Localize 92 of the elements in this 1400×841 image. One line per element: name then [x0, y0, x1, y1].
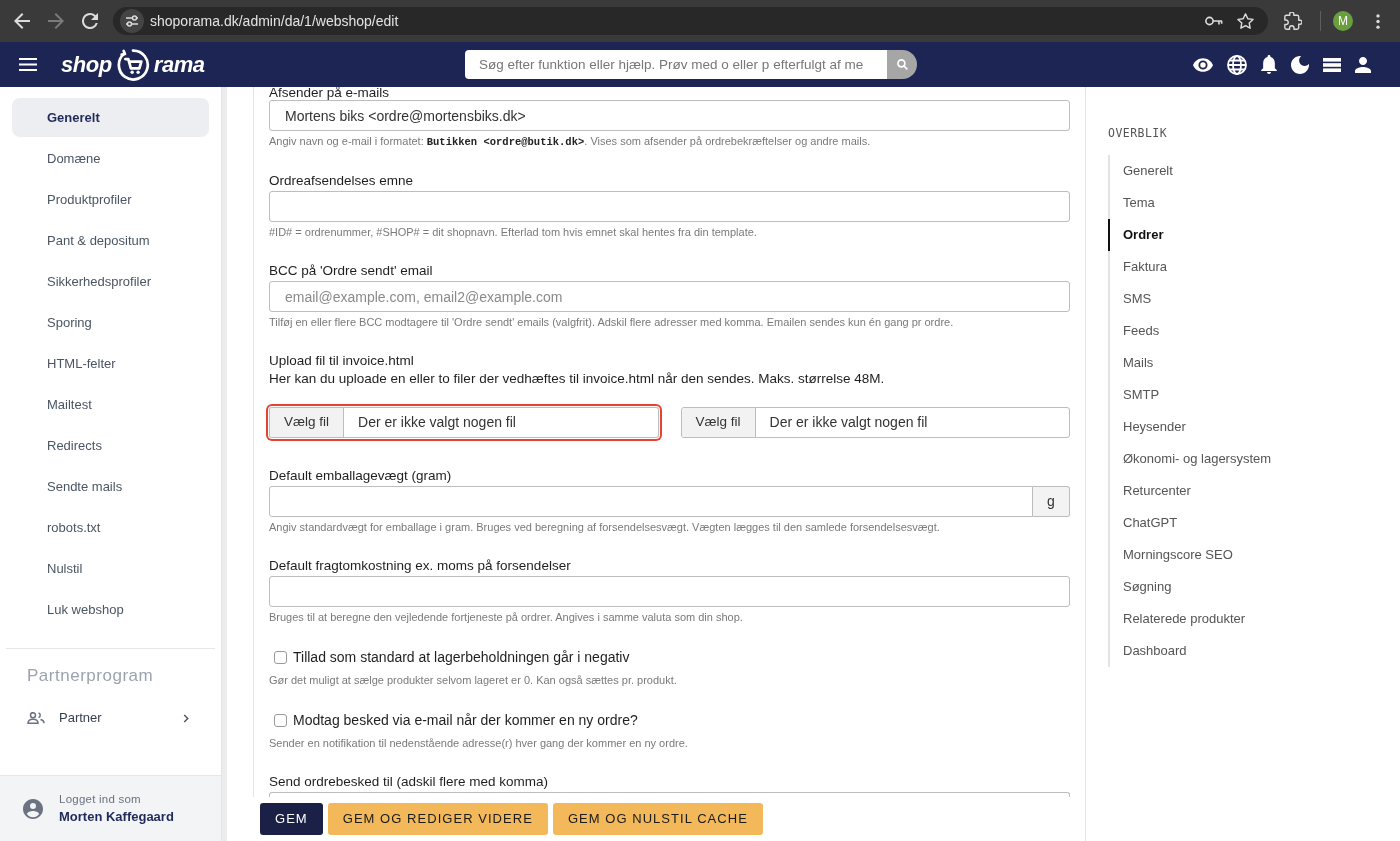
- choose-file-button[interactable]: Vælg fil: [681, 408, 756, 437]
- checkbox[interactable]: [274, 650, 287, 664]
- panel-heading: OVERBLIK: [1108, 125, 1169, 141]
- help-text: Tilføj en eller flere BCC modtagere til 'Ordre sendt' emails (valgfrit). Adskil flere adresser med komma. Emailen sendes kun én gang pr ordre.: [269, 315, 955, 330]
- more-options-icon[interactable]: [1376, 13, 1380, 29]
- star-icon[interactable]: [1237, 13, 1254, 29]
- sidebar-item[interactable]: Sendte mails: [12, 467, 209, 506]
- sidebar-item[interactable]: Nulstil: [12, 549, 209, 588]
- stacked-bars-icon[interactable]: [1323, 57, 1341, 72]
- field-label: Afsender på e-mails: [269, 87, 391, 99]
- field-label: BCC på 'Ordre sendt' email: [269, 262, 434, 280]
- moon-icon[interactable]: [1291, 55, 1309, 74]
- help-text: Gør det muligt at sælge produkter selvom lageret er 0. Kan også sættes pr. produkt.: [269, 673, 678, 688]
- url-text: shoporama.dk/admin/da/1/webshop/edit: [150, 11, 400, 31]
- overview-link[interactable]: Økonomi- og lagersystem: [1108, 443, 1400, 475]
- field-label: Upload fil til invoice.html: [269, 352, 415, 370]
- text-field[interactable]: Mortens biks <ordre@mortensbiks.dk>: [269, 100, 1070, 131]
- sidebar-item[interactable]: HTML-felter: [12, 344, 209, 383]
- cart-ring-icon: [115, 47, 150, 82]
- sidebar-item[interactable]: Domæne: [12, 139, 209, 178]
- sidebar-item[interactable]: Pant & depositum: [12, 221, 209, 260]
- search-icon: [896, 59, 908, 70]
- checkbox-label: Tillad som standard at lagerbeholdningen går i negativ: [293, 647, 630, 667]
- logo-text: shop: [61, 50, 112, 79]
- checkbox-label: Modtag besked via e-mail når der kommer en ny ordre?: [293, 710, 638, 730]
- user-name: Morten Kaffegaard: [59, 808, 174, 826]
- overview-link[interactable]: Returcenter: [1108, 475, 1400, 507]
- site-settings-icon[interactable]: [120, 9, 144, 33]
- field-label: Send ordrebesked til (adskil flere med komma): [269, 773, 550, 791]
- section-heading: Partnerprogram: [26, 665, 155, 687]
- unit-label: g: [1033, 486, 1070, 517]
- back-arrow-icon[interactable]: [14, 13, 30, 29]
- field-description: Her kan du uploade en eller to filer der vedhæftes til invoice.html når den sendes. Maks. størrelse 48M.: [269, 370, 886, 388]
- sidebar-item[interactable]: Luk webshop: [12, 590, 209, 629]
- help-text: Angiv standardvægt for emballage i gram. Bruges ved beregning af forsendelsesvægt. Vægten lægges til den samlede forsendelsesvægt.: [269, 520, 941, 535]
- save-button[interactable]: GEM OG NULSTIL CACHE: [552, 803, 763, 835]
- chevron-right-icon: [183, 713, 189, 723]
- field-label: Default fragtomkostning ex. moms på forsendelser: [269, 557, 572, 575]
- field-label: Default emballagevægt (gram): [269, 467, 453, 485]
- field-label: Ordreafsendelses emne: [269, 172, 415, 190]
- text-field[interactable]: email@example.com, email2@example.com: [269, 281, 1070, 312]
- help-text: #ID# = ordrenummer, #SHOP# = dit shopnavn. Efterlad tom hvis emnet skal hentes fra din template.: [269, 225, 758, 240]
- overview-link[interactable]: Relaterede produkter: [1108, 603, 1400, 635]
- search-button[interactable]: [887, 50, 917, 79]
- overview-link[interactable]: Søgning: [1108, 571, 1400, 603]
- overview-link[interactable]: SMTP: [1108, 379, 1400, 411]
- overview-link[interactable]: Dashboard: [1108, 635, 1400, 667]
- menu-icon[interactable]: [19, 58, 37, 71]
- people-icon: [27, 712, 45, 724]
- overview-link[interactable]: SMS: [1108, 283, 1400, 315]
- overview-link[interactable]: Faktura: [1108, 251, 1400, 283]
- help-text: Bruges til at beregne den vejledende fortjeneste på ordrer. Angives i samme valuta som din shop.: [269, 610, 744, 625]
- file-status-text: Der er ikke valgt nogen fil: [357, 413, 516, 432]
- checkbox[interactable]: [274, 713, 287, 727]
- overview-link[interactable]: Heysender: [1108, 411, 1400, 443]
- help-text: Sender en notifikation til nedenstående adresse(r) hver gang der kommer en ny ordre.: [269, 736, 689, 751]
- sidebar-item[interactable]: Produktprofiler: [12, 180, 209, 219]
- address-bar[interactable]: shoporama.dk/admin/da/1/webshop/edit: [113, 7, 1268, 35]
- sidebar-item[interactable]: Redirects: [12, 426, 209, 465]
- overview-link[interactable]: Feeds: [1108, 315, 1400, 347]
- save-button[interactable]: GEM: [260, 803, 323, 835]
- logo-text: rama: [153, 50, 205, 79]
- overview-link[interactable]: Mails: [1108, 347, 1400, 379]
- search-field[interactable]: Søg efter funktion eller hjælp. Prøv med o eller p efterfulgt af me: [465, 50, 887, 79]
- puzzle-piece-icon[interactable]: [1284, 12, 1302, 30]
- overview-link[interactable]: Tema: [1108, 187, 1400, 219]
- reload-icon[interactable]: [82, 13, 98, 29]
- file-input[interactable]: Vælg fil Der er ikke valgt nogen fil: [680, 407, 1070, 438]
- overview-link[interactable]: Generelt: [1108, 155, 1400, 187]
- sidebar-item[interactable]: Sporing: [12, 303, 209, 342]
- text-field[interactable]: [269, 576, 1070, 607]
- sidebar-item[interactable]: Mailtest: [12, 385, 209, 424]
- person-icon[interactable]: [1355, 56, 1371, 73]
- file-status-text: Der er ikke valgt nogen fil: [768, 413, 928, 432]
- sidebar-item[interactable]: Partner: [0, 700, 221, 736]
- choose-file-button[interactable]: Vælg fil: [270, 408, 344, 437]
- sidebar-item[interactable]: robots.txt: [12, 508, 209, 547]
- globe-icon[interactable]: [1227, 54, 1247, 75]
- user-caption: Logget ind som: [59, 792, 142, 807]
- text-field[interactable]: [269, 486, 1033, 517]
- sidebar-item[interactable]: Generelt: [12, 98, 209, 137]
- eye-icon[interactable]: [1193, 57, 1213, 72]
- save-button[interactable]: GEM OG REDIGER VIDERE: [327, 803, 548, 835]
- file-input[interactable]: Vælg fil Der er ikke valgt nogen fil: [269, 407, 659, 438]
- overview-link[interactable]: Ordrer: [1108, 219, 1400, 251]
- bell-icon[interactable]: [1261, 55, 1277, 74]
- overview-link[interactable]: ChatGPT: [1108, 507, 1400, 539]
- sidebar-item[interactable]: Sikkerhedsprofiler: [12, 262, 209, 301]
- help-text: Angiv navn og e-mail i formatet: Butikken <ordre@butik.dk>. Vises som afsender på ordrebekræftelser og andre mails.: [269, 134, 872, 150]
- overview-link[interactable]: Morningscore SEO: [1108, 539, 1400, 571]
- text-field[interactable]: [269, 191, 1070, 222]
- key-icon[interactable]: [1205, 16, 1223, 26]
